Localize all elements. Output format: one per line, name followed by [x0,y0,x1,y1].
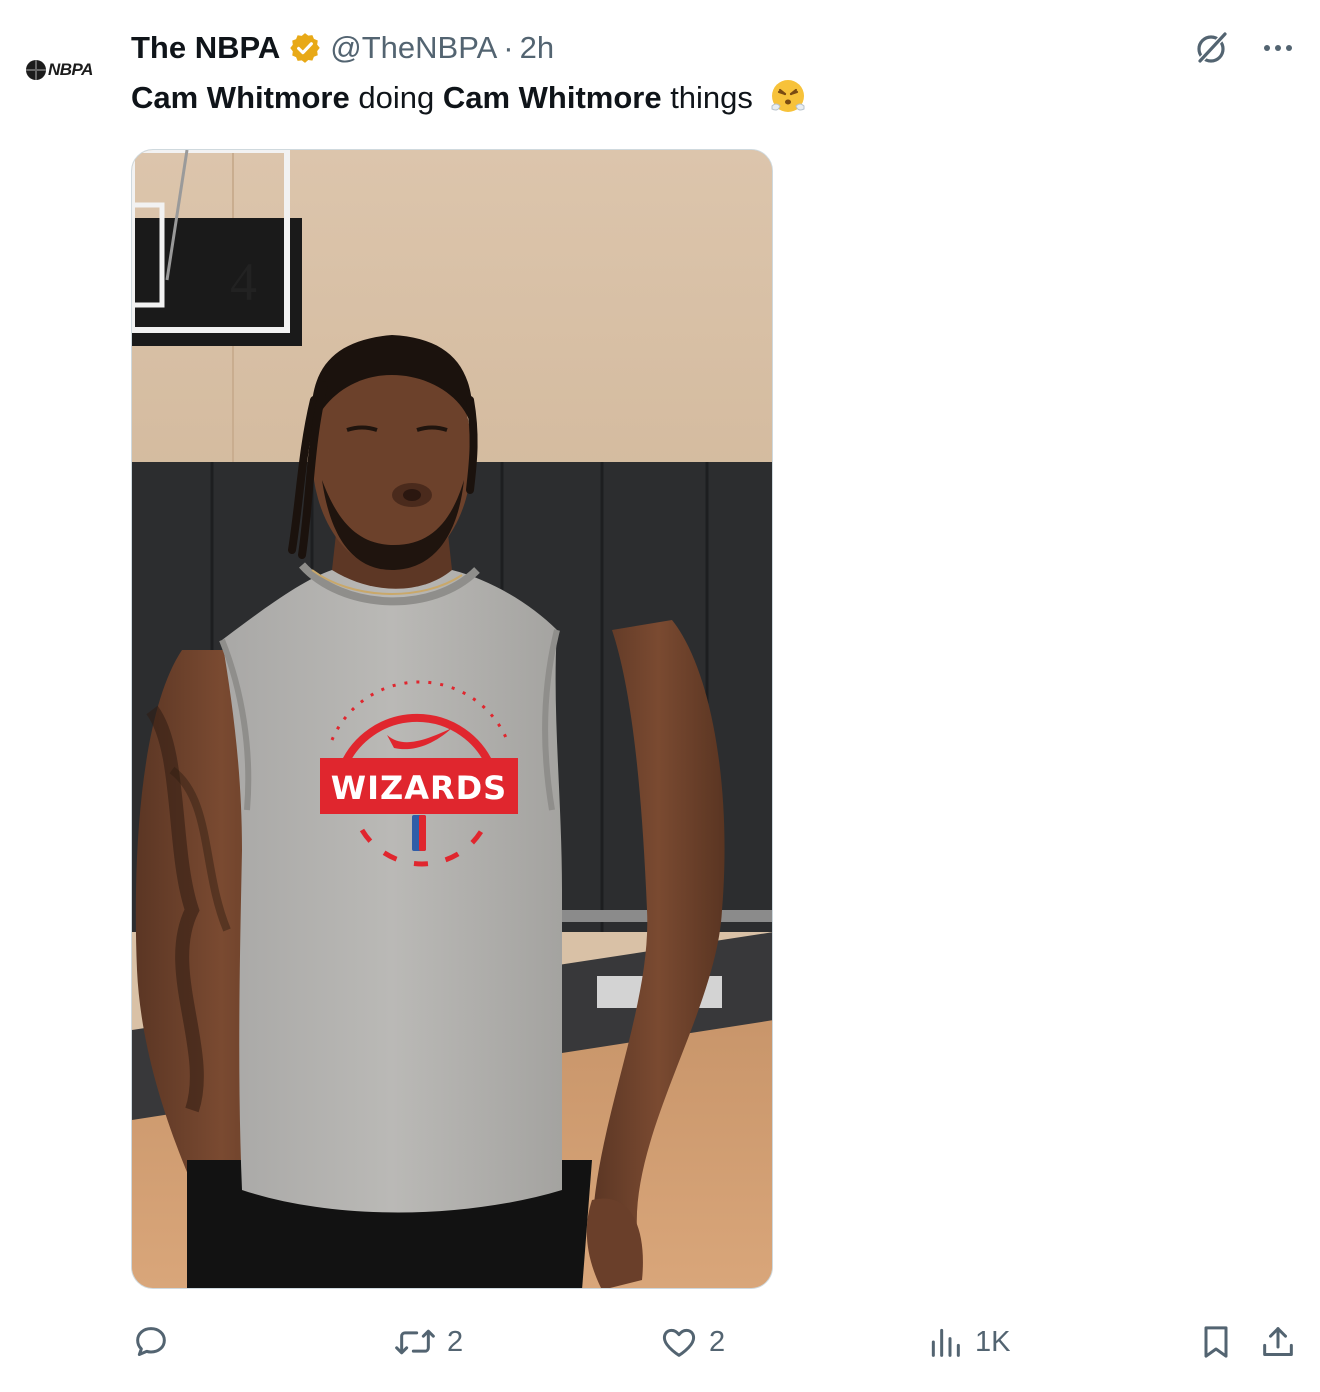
tweet-text-part: Cam Whitmore [131,80,350,115]
basketball-icon [26,60,46,80]
more-icon[interactable] [1258,28,1298,68]
display-name[interactable]: The NBPA [131,30,280,66]
bookmark-icon [1204,1326,1228,1358]
reply-icon [136,1327,166,1356]
retweet-button[interactable]: 2 [393,1314,463,1370]
views-count: 1K [975,1325,1011,1358]
retweet-count: 2 [447,1325,464,1358]
face-with-steam-emoji [771,80,805,112]
like-button[interactable]: 2 [659,1314,725,1370]
views-icon [931,1328,960,1357]
photo-illustration: 4 4 [132,150,772,1288]
tweet-text-part: Cam Whitmore [442,80,662,115]
tweet-header: The NBPA @TheNBPA · 2h [131,26,554,70]
tweet-text: Cam Whitmore doing Cam Whitmore things [131,76,808,120]
views-button[interactable]: 1K [925,1314,1010,1370]
handle[interactable]: @TheNBPA [330,30,497,66]
share-button[interactable] [1258,1314,1298,1370]
grok-icon[interactable] [1192,28,1232,68]
reply-button[interactable] [131,1314,181,1370]
action-bar: 2 2 1K [131,1314,1298,1370]
bookmark-button[interactable] [1196,1314,1236,1370]
tweet-text-part: things [661,80,762,115]
shirt-text: WIZARDS [331,769,507,807]
hoop-number: 4 [230,252,257,312]
tweet-media-photo[interactable]: 4 4 [131,149,773,1289]
avatar-logo-text: NBPA [48,60,93,79]
tweet-text-part: doing [349,80,443,115]
retweet-icon [395,1329,435,1355]
timestamp[interactable]: 2h [520,30,554,66]
heart-icon [662,1328,696,1357]
like-count: 2 [709,1325,726,1358]
verified-badge-icon [290,33,320,63]
share-icon [1263,1327,1293,1356]
separator-dot: · [503,30,514,65]
avatar[interactable]: NBPA [18,40,114,100]
header-actions [1192,28,1298,68]
tweet-card[interactable]: NBPA The NBPA @TheNBPA · 2h Cam Whitmore… [0,0,1320,1392]
